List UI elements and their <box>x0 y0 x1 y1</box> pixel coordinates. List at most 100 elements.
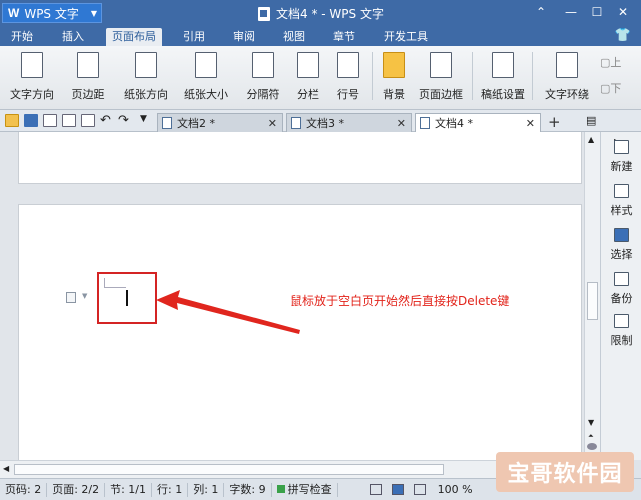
select-icon <box>614 228 629 242</box>
ribbon-label: 纸张大小 <box>184 88 228 101</box>
menu-page-layout[interactable]: 页面布局 <box>106 28 162 46</box>
text-direction-icon <box>21 52 43 78</box>
annotation-text: 鼠标放于空白页开始然后直接按Delete键 <box>290 294 510 308</box>
ribbon-toolbar: 文字方向 页边距 纸张方向 纸张大小 分隔符 分栏 行号 背景 页面边框 稿纸设… <box>0 46 641 110</box>
paragraph-dropdown-icon[interactable]: ▼ <box>82 292 87 300</box>
close-button[interactable]: ✕ <box>614 4 632 21</box>
separator-button[interactable]: 分隔符 <box>238 48 288 104</box>
ribbon-right-label: 下 <box>610 82 622 95</box>
maximize-button[interactable]: ☐ <box>588 4 606 21</box>
restrict-icon <box>614 314 629 328</box>
scroll-up-icon[interactable]: ▲ <box>588 135 594 144</box>
customize-dropdown-icon[interactable]: ▼ <box>140 114 147 124</box>
menu-section[interactable]: 章节 <box>328 28 360 46</box>
prev-page-icon[interactable]: ⏶ <box>588 432 594 441</box>
menu-insert[interactable]: 插入 <box>56 28 90 46</box>
skin-shirt-icon[interactable]: 👕 <box>615 28 631 43</box>
page-margin-button[interactable]: 页边距 <box>64 48 112 104</box>
web-layout-icon[interactable] <box>413 484 426 495</box>
horizontal-scroll-thumb[interactable] <box>14 464 444 475</box>
send-backward-button[interactable]: ▢下 <box>600 80 621 96</box>
scroll-left-icon[interactable]: ◀ <box>3 464 9 473</box>
paper-size-button[interactable]: 纸张大小 <box>178 48 234 104</box>
minimize-button[interactable]: — <box>562 4 580 21</box>
ribbon-label: 文字环绕 <box>545 88 589 101</box>
reading-layout-icon[interactable] <box>369 484 382 495</box>
quick-access-tab-bar: ↶ ↷ ▼ 文档2 * ✕ 文档3 * ✕ 文档4 * ✕ + ▤ <box>0 110 641 132</box>
page-layout-icon[interactable] <box>391 484 404 495</box>
tab-label: 文档2 * <box>177 117 215 130</box>
ribbon-label: 稿纸设置 <box>481 88 525 101</box>
close-icon[interactable]: ✕ <box>526 117 535 130</box>
paper-orientation-button[interactable]: 纸张方向 <box>118 48 174 104</box>
menu-bar: 开始 插入 页面布局 引用 审阅 视图 章节 开发工具 👕 <box>0 26 641 46</box>
status-word-count: 字数: 9 <box>224 482 272 497</box>
bring-forward-button[interactable]: ▢上 <box>600 54 621 70</box>
text-wrap-button[interactable]: 文字环绕 <box>538 48 596 104</box>
close-icon[interactable]: ✕ <box>397 117 406 130</box>
ribbon-divider <box>372 52 373 100</box>
annotation-arrow <box>156 290 300 334</box>
export-pdf-icon[interactable] <box>81 114 95 127</box>
previous-page <box>18 132 582 184</box>
tab-doc2[interactable]: 文档2 * ✕ <box>157 113 283 132</box>
menu-references[interactable]: 引用 <box>178 28 210 46</box>
zoom-level[interactable]: 100 % <box>438 483 473 496</box>
ribbon-label: 分隔符 <box>246 88 280 101</box>
paragraph-handle-icon[interactable] <box>66 292 76 303</box>
chevron-down-icon: ▼ <box>90 8 97 18</box>
ribbon-divider <box>532 52 533 100</box>
manuscript-button[interactable]: 稿纸设置 <box>478 48 528 104</box>
ribbon-label: 行号 <box>337 88 359 101</box>
menu-review[interactable]: 审阅 <box>228 28 260 46</box>
new-tab-plus-icon[interactable]: + <box>548 113 561 131</box>
text-cursor <box>126 290 128 306</box>
send-backward-icon: ▢ <box>600 82 611 95</box>
side-restrict-button[interactable]: 限制 <box>601 314 641 348</box>
menu-home[interactable]: 开始 <box>6 28 38 46</box>
ribbon-label: 分栏 <box>297 88 319 101</box>
wps-logo-icon: W <box>8 6 20 20</box>
close-icon[interactable]: ✕ <box>268 117 277 130</box>
line-number-button[interactable]: 行号 <box>330 48 366 104</box>
undo-icon[interactable]: ↶ <box>100 113 111 128</box>
columns-icon <box>297 52 319 78</box>
redo-icon[interactable]: ↷ <box>118 113 129 128</box>
tab-doc4[interactable]: 文档4 * ✕ <box>415 113 541 132</box>
scroll-down-icon[interactable]: ▼ <box>588 418 594 427</box>
print-icon[interactable] <box>62 114 76 127</box>
side-select-button[interactable]: 选择 <box>601 228 641 262</box>
background-button[interactable]: 背景 <box>376 48 412 104</box>
app-menu-button[interactable]: W WPS 文字 ▼ <box>2 3 102 23</box>
print-preview-icon[interactable] <box>43 114 57 127</box>
title-bar: W WPS 文字 ▼ 文档4 * - WPS 文字 ⌃ — ☐ ✕ <box>0 0 641 26</box>
side-backup-button[interactable]: 备份 <box>601 272 641 306</box>
status-column: 列: 1 <box>188 482 225 497</box>
save-icon[interactable] <box>24 114 38 127</box>
tab-list-icon[interactable]: ▤ <box>586 114 596 127</box>
vertical-scroll-thumb[interactable] <box>587 282 598 320</box>
spell-check-toggle[interactable]: 拼写检查 <box>272 482 338 497</box>
restore-up-icon[interactable]: ⌃ <box>532 4 550 21</box>
page-border-button[interactable]: 页面边框 <box>416 48 466 104</box>
ribbon-label: 纸张方向 <box>124 88 168 101</box>
menu-view[interactable]: 视图 <box>278 28 310 46</box>
text-direction-button[interactable]: 文字方向 <box>6 48 58 104</box>
side-style-button[interactable]: 样式 <box>601 184 641 218</box>
tab-doc3[interactable]: 文档3 * ✕ <box>286 113 412 132</box>
columns-button[interactable]: 分栏 <box>290 48 326 104</box>
side-new-button[interactable]: 新建 <box>601 140 641 174</box>
status-page: 页面: 2/2 <box>47 482 106 497</box>
manuscript-icon <box>492 52 514 78</box>
side-label: 新建 <box>610 160 633 173</box>
window-title: 文档4 * - WPS 文字 <box>258 5 384 22</box>
browse-object-icon[interactable] <box>587 443 597 450</box>
task-pane: ▸ 新建 样式 选择 备份 限制 <box>600 132 641 460</box>
open-folder-icon[interactable] <box>5 114 19 127</box>
side-label: 限制 <box>610 334 633 347</box>
side-label: 备份 <box>610 292 633 305</box>
vertical-scrollbar[interactable]: ▲ ▼ ⏶ ⏷ <box>584 132 600 460</box>
ribbon-label: 背景 <box>383 88 405 101</box>
menu-developer[interactable]: 开发工具 <box>376 28 436 46</box>
side-label: 选择 <box>610 248 633 261</box>
